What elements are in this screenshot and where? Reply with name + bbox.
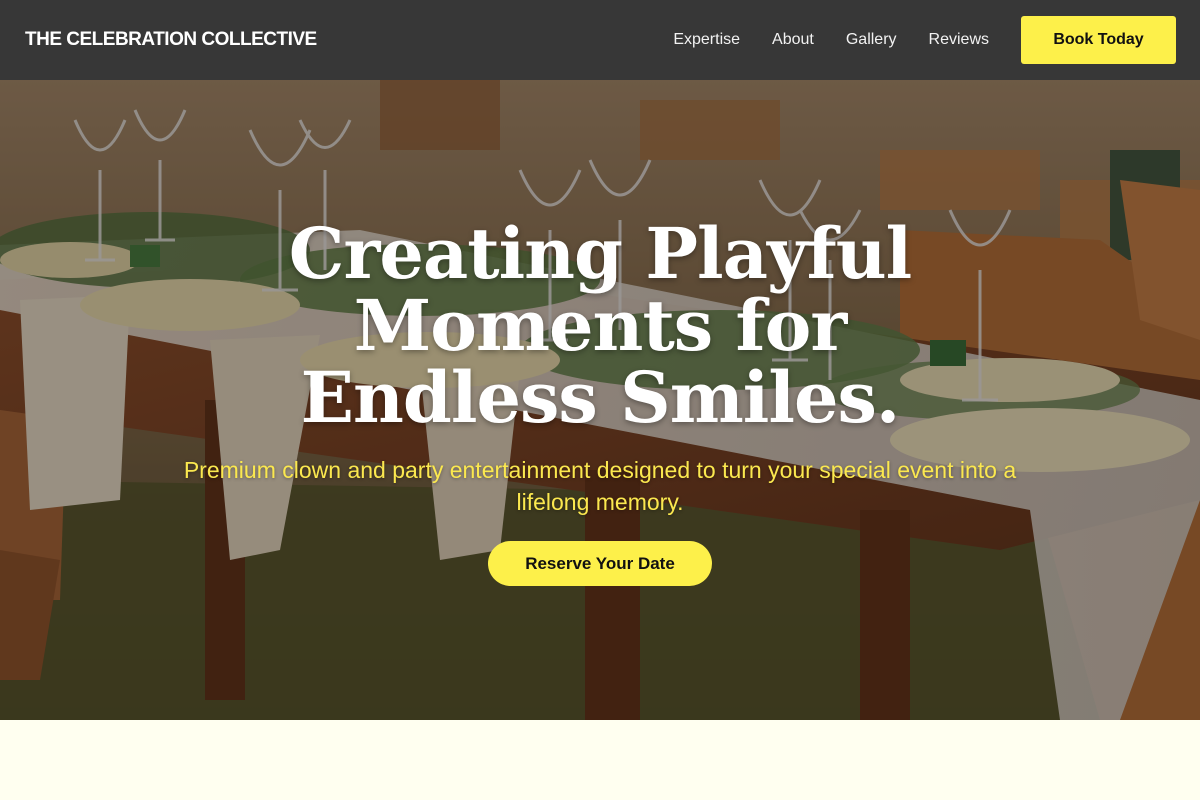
reserve-your-date-button[interactable]: Reserve Your Date [488, 541, 712, 586]
nav-link-gallery[interactable]: Gallery [846, 31, 897, 49]
nav-link-reviews[interactable]: Reviews [929, 31, 989, 49]
top-navbar: THE CELEBRATION COLLECTIVE Expertise Abo… [0, 0, 1200, 80]
book-today-button[interactable]: Book Today [1021, 16, 1176, 64]
brand-logo-text[interactable]: THE CELEBRATION COLLECTIVE [25, 29, 317, 51]
hero-content: Creating Playful Moments for Endless Smi… [0, 80, 1200, 720]
hero-section: Creating Playful Moments for Endless Smi… [0, 80, 1200, 720]
nav-link-expertise[interactable]: Expertise [673, 31, 740, 49]
nav-link-about[interactable]: About [772, 31, 814, 49]
next-section [0, 720, 1200, 800]
hero-headline: Creating Playful Moments for Endless Smi… [288, 212, 912, 439]
main-nav: Expertise About Gallery Reviews Book Tod… [673, 16, 1176, 64]
hero-subheadline: Premium clown and party entertainment de… [183, 457, 1017, 515]
